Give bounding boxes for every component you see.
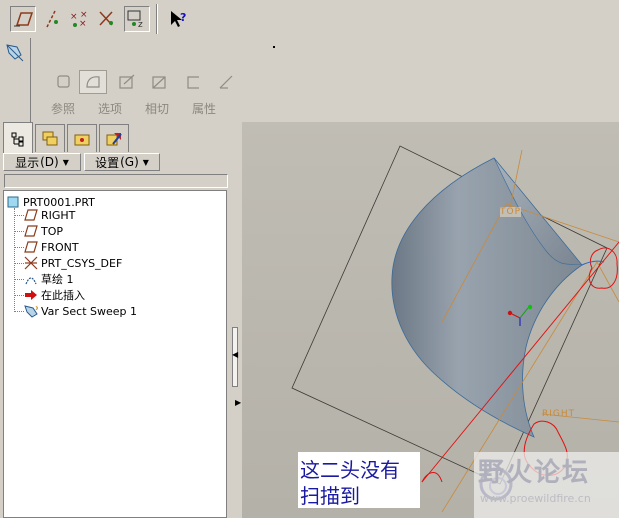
feature-dashboard: 参照 选项 相切 属性 [0,38,619,122]
sketch-icon [24,272,38,286]
tree-item-label: Var Sect Sweep 1 [41,304,138,318]
tree-item-top[interactable]: TOP [24,223,63,239]
tab-properties[interactable]: 属性 [192,100,216,117]
panel-splitter[interactable]: ◀ ▶ [232,122,242,518]
part-icon [6,195,20,209]
measure-icon[interactable] [212,70,240,94]
layer-tree-tab[interactable] [35,124,65,152]
model-tree[interactable]: PRT0001.PRT RIGHT TOP FRONT PRT_CSYS_DEF… [3,190,227,518]
tab-tangency[interactable]: 相切 [145,100,169,117]
axis-display-icon[interactable] [39,6,65,32]
model-tree-tab[interactable] [3,122,33,154]
insert-here-icon [24,288,38,302]
tree-item-label: TOP [41,224,64,238]
settings-menu-shortcut: (G) [120,155,139,169]
settings-menu-button[interactable]: 设置 (G) ▼ [84,153,160,171]
svg-text:✲: ✲ [35,304,38,313]
show-menu-label: 显示 [15,155,40,170]
svg-text:z: z [138,20,143,29]
favorites-tab[interactable] [99,124,129,152]
tree-item-insert-here[interactable]: 在此插入 [24,287,85,303]
tree-item-label: 在此插入 [41,289,85,302]
tree-filter-bar[interactable] [4,174,228,188]
annotation-box: 这二头没有 扫描到 [298,452,420,508]
svg-text:×: × [70,12,78,22]
chevron-down-icon: ▼ [142,157,149,167]
watermark-url: www.proewildfire.cn [480,492,591,505]
svg-text:×: × [80,10,88,20]
options-icon[interactable] [79,70,107,94]
show-menu-shortcut: (D) [40,155,59,169]
navigator-panel: 显示 (D) ▼ 设置 (G) ▼ PRT0001.PRT RIGHT TOP FRON… [0,122,232,518]
tab-references[interactable]: 参照 [51,100,75,117]
chevron-down-icon: ▼ [62,157,69,167]
datum-plane-icon [24,240,38,254]
svg-text:?: ? [180,11,186,24]
references-icon[interactable] [50,70,78,94]
tree-item-csys[interactable]: PRT_CSYS_DEF [24,255,122,271]
annotation-line-1: 这二头没有 [300,458,400,482]
spin-center-icon[interactable]: z [124,6,150,32]
csys-icon [24,256,38,270]
tree-item-right[interactable]: RIGHT [24,207,75,223]
swept-solid[interactable] [391,157,583,438]
svg-text:×: × [79,19,87,29]
properties-icon[interactable] [180,70,208,94]
datum-plane-icon [24,224,38,238]
settings-menu-label: 设置 [95,155,120,170]
context-help-icon[interactable]: ? [166,6,192,32]
tree-item-label: FRONT [41,240,79,254]
tree-item-front[interactable]: FRONT [24,239,79,255]
tangency-icon[interactable] [113,70,141,94]
var-sect-sweep-icon: ✲ [24,304,38,318]
watermark: 野火论坛 www.proewildfire.cn [474,452,619,518]
plane-display-icon[interactable] [10,6,36,32]
expand-right-icon[interactable]: ▶ [235,398,241,407]
tangency-alt-icon[interactable] [146,70,174,94]
sweep-feature-icon [4,42,26,64]
annotation-line-2: 扫描到 [300,484,360,508]
datum-label-right: RIGHT [542,409,576,419]
tab-options[interactable]: 选项 [98,100,122,117]
tree-item-label: RIGHT [41,208,76,222]
folder-browser-tab[interactable] [67,124,97,152]
tree-item-sketch[interactable]: 草绘 1 [24,271,74,287]
tree-item-label: 草绘 1 [41,273,74,286]
datum-plane-icon [24,208,38,222]
datum-label-top: TOP [500,207,522,217]
show-menu-button[interactable]: 显示 (D) ▼ [3,153,81,171]
top-toolbar: × × × z ? [0,0,619,39]
collapse-left-icon[interactable]: ◀ [232,350,238,359]
tree-item-label: PRT_CSYS_DEF [41,256,123,270]
csys-display-icon[interactable] [94,6,120,32]
watermark-title: 野火论坛 [478,458,591,488]
tree-item-var-sect-sweep[interactable]: ✲ Var Sect Sweep 1 [24,303,137,319]
point-display-icon[interactable]: × × × [66,6,92,32]
